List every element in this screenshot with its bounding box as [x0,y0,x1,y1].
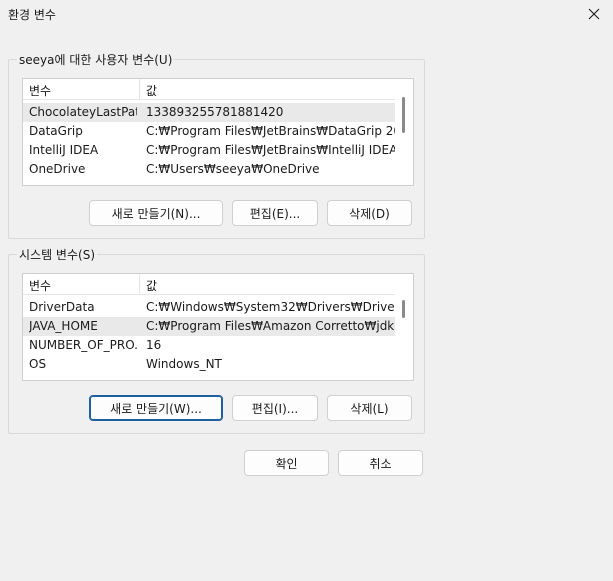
system-delete-button[interactable]: 삭제(L) [327,395,412,421]
user-variables-group: seeya에 대한 사용자 변수(U) 변수 값 ChocolateyLastP… [8,51,425,239]
variable-name: NUMBER_OF_PRO... [29,338,137,352]
window-title: 환경 변수 [8,8,56,22]
user-edit-button[interactable]: 편집(E)... [232,200,318,226]
variable-name: DriverData [29,300,95,314]
column-divider[interactable] [139,79,140,99]
close-button[interactable] [581,2,607,26]
user-new-button[interactable]: 새로 만들기(N)... [89,200,223,226]
system-variables-label: 시스템 변수(S) [17,246,97,263]
list-header: 변수 값 [23,274,395,295]
variable-value: 133893255781881420 [146,105,284,119]
system-variables-list[interactable]: 변수 값 DriverData C:₩Windows₩System32₩Driv… [22,273,414,381]
table-row[interactable]: JAVA_HOME C:₩Program Files₩Amazon Corret… [23,317,396,336]
system-variables-group: 시스템 변수(S) 변수 값 DriverData C:₩Windows₩Sys… [8,246,425,434]
table-row[interactable]: OS Windows_NT [23,355,395,374]
column-header-variable[interactable]: 변수 [29,277,51,294]
ok-button[interactable]: 확인 [244,450,329,476]
vertical-scrollbar[interactable] [395,79,413,185]
table-row[interactable]: DriverData C:₩Windows₩System32₩Drivers₩D… [23,298,396,317]
system-edit-button[interactable]: 편집(I)... [232,395,318,421]
variable-name: IntelliJ IDEA [29,143,99,157]
table-row[interactable]: DataGrip C:₩Program Files₩JetBrains₩Data… [23,122,396,141]
variable-name: ChocolateyLastPat... [29,105,137,119]
variable-value: Windows_NT [146,357,222,371]
variable-value: C:₩Program Files₩JetBrains₩IntelliJ IDEA… [146,143,396,157]
vertical-scrollbar[interactable] [395,274,413,380]
column-header-value[interactable]: 값 [146,82,157,99]
list-header: 변수 값 [23,79,395,100]
variable-name: OneDrive [29,162,86,176]
user-variables-list[interactable]: 변수 값 ChocolateyLastPat... 13389325578188… [22,78,414,186]
close-icon [588,8,600,20]
variable-value: C:₩Program Files₩Amazon Corretto₩jdk17..… [146,319,396,333]
environment-variables-dialog: 환경 변수 seeya에 대한 사용자 변수(U) 변수 값 Chocolate… [0,0,613,581]
title-bar: 환경 변수 [0,0,613,30]
system-new-button[interactable]: 새로 만들기(W)... [89,395,223,421]
table-row[interactable]: IntelliJ IDEA C:₩Program Files₩JetBrains… [23,141,396,160]
user-delete-button[interactable]: 삭제(D) [327,200,412,226]
user-variables-label: seeya에 대한 사용자 변수(U) [17,51,175,68]
variable-value: C:₩Users₩seeya₩OneDrive [146,162,320,176]
variable-value: 16 [146,338,162,352]
scrollbar-thumb[interactable] [402,300,405,318]
cancel-button[interactable]: 취소 [338,450,423,476]
variable-value: C:₩Windows₩System32₩Drivers₩DriverData [146,300,396,314]
variable-value: C:₩Program Files₩JetBrains₩DataGrip 202.… [146,124,396,138]
variable-name: OS [29,357,47,371]
variable-name: JAVA_HOME [29,319,98,333]
variable-name: DataGrip [29,124,83,138]
table-row[interactable]: OneDrive C:₩Users₩seeya₩OneDrive [23,160,395,179]
column-header-value[interactable]: 값 [146,277,157,294]
column-divider[interactable] [139,274,140,294]
table-row[interactable]: ChocolateyLastPat... 133893255781881420 [23,103,395,122]
scrollbar-thumb[interactable] [402,97,405,133]
column-header-variable[interactable]: 변수 [29,82,51,99]
table-row[interactable]: NUMBER_OF_PRO... 16 [23,336,395,355]
